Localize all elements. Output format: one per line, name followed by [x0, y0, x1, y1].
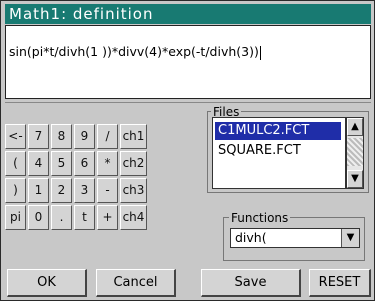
- key-5[interactable]: 5: [51, 151, 72, 176]
- reset-button[interactable]: RESET: [309, 269, 371, 297]
- key-9[interactable]: 9: [74, 124, 95, 149]
- key-4[interactable]: 4: [28, 151, 49, 176]
- key-ch3[interactable]: ch3: [120, 178, 147, 203]
- divider: [5, 102, 371, 103]
- cancel-button[interactable]: Cancel: [96, 269, 176, 297]
- key-divide[interactable]: /: [97, 124, 118, 149]
- key-ch2[interactable]: ch2: [120, 151, 147, 176]
- key-minus[interactable]: -: [97, 178, 118, 203]
- text-caret: [259, 45, 261, 60]
- key-close-paren[interactable]: ): [5, 178, 26, 203]
- key-7[interactable]: 7: [28, 124, 49, 149]
- file-item-square[interactable]: SQUARE.FCT: [215, 142, 341, 160]
- key-backspace[interactable]: <-: [5, 124, 26, 149]
- math-definition-window: Math1: definition sin(pi*t/divh(1 ))*div…: [0, 0, 375, 301]
- key-ch4[interactable]: ch4: [120, 205, 147, 230]
- functions-selected-value: divh(: [235, 230, 267, 245]
- key-1[interactable]: 1: [28, 178, 49, 203]
- files-scrollbar[interactable]: ▲ ▼: [346, 117, 364, 189]
- formula-editor[interactable]: sin(pi*t/divh(1 ))*divv(4)*exp(-t/divh(3…: [5, 25, 371, 99]
- key-8[interactable]: 8: [51, 124, 72, 149]
- key-t[interactable]: t: [74, 205, 95, 230]
- key-0[interactable]: 0: [28, 205, 49, 230]
- key-ch1[interactable]: ch1: [120, 124, 147, 149]
- key-open-paren[interactable]: (: [5, 151, 26, 176]
- scroll-thumb[interactable]: [347, 138, 363, 166]
- file-item-c1mulc2[interactable]: C1MULC2.FCT: [215, 122, 341, 140]
- key-decimal[interactable]: .: [51, 205, 72, 230]
- formula-text: sin(pi*t/divh(1 ))*divv(4)*exp(-t/divh(3…: [9, 44, 261, 60]
- functions-select[interactable]: divh( ▼: [230, 228, 360, 248]
- ok-button[interactable]: OK: [7, 269, 87, 297]
- key-2[interactable]: 2: [51, 178, 72, 203]
- key-plus[interactable]: +: [97, 205, 118, 230]
- save-button[interactable]: Save: [201, 269, 301, 297]
- key-pi[interactable]: pi: [5, 205, 26, 230]
- files-list[interactable]: C1MULC2.FCT SQUARE.FCT: [212, 117, 346, 189]
- functions-label: Functions: [229, 211, 291, 225]
- key-3[interactable]: 3: [74, 178, 95, 203]
- scroll-down-icon[interactable]: ▼: [347, 170, 363, 188]
- key-6[interactable]: 6: [74, 151, 95, 176]
- window-title: Math1: definition: [5, 4, 371, 24]
- scroll-up-icon[interactable]: ▲: [347, 118, 363, 136]
- key-multiply[interactable]: *: [97, 151, 118, 176]
- chevron-down-icon[interactable]: ▼: [341, 229, 359, 247]
